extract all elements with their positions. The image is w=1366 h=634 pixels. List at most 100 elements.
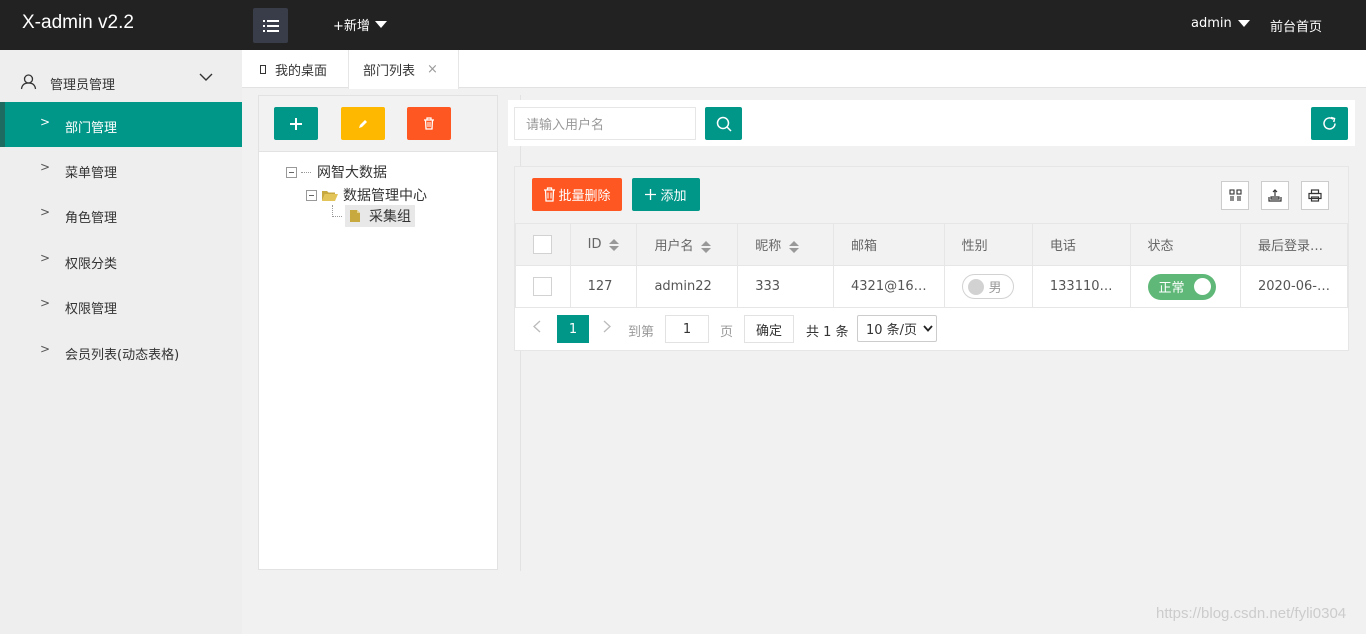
user-icon [20, 74, 37, 90]
sidebar-item-department[interactable]: > 部门管理 [0, 102, 242, 147]
add-user-button[interactable]: 添加 [632, 178, 700, 211]
tree-node-data-center[interactable]: 数据管理中心 [306, 185, 427, 205]
print-button[interactable] [1301, 181, 1329, 210]
gender-switch[interactable]: 男 [961, 274, 1014, 299]
trash-icon [544, 187, 556, 202]
refresh-button[interactable] [1311, 107, 1348, 140]
cell-last-login: 2020-06-… [1239, 265, 1349, 308]
sidebar-item-menu[interactable]: > 菜单管理 [0, 147, 242, 192]
status-label: 正常 [1158, 281, 1185, 296]
column-header-email: 邮箱 [833, 223, 945, 266]
sidebar-item-label: 权限分类 [65, 257, 118, 272]
sidebar-item-label: 部门管理 [65, 121, 118, 136]
sidebar-item-permission-category[interactable]: > 权限分类 [0, 238, 242, 283]
cell-phone: 133110… [1031, 265, 1131, 308]
cell-nickname: 333 [737, 265, 834, 308]
plus-icon [290, 117, 302, 130]
page-size-value: 10 条/页 [866, 323, 918, 338]
sort-icon[interactable] [701, 240, 712, 253]
sidebar-item-member-list[interactable]: > 会员列表(动态表格) [0, 329, 242, 374]
tab-department-list[interactable]: 部门列表 × [348, 50, 459, 89]
sort-icon[interactable] [609, 238, 620, 251]
tree-edit-button[interactable] [341, 107, 385, 140]
menu-toggle-button[interactable] [253, 8, 288, 43]
user-menu[interactable]: admin [1191, 16, 1250, 31]
select-all-cell[interactable] [515, 223, 571, 266]
page-size-select[interactable]: 10 条/页 [857, 315, 937, 342]
row-checkbox[interactable] [533, 277, 552, 296]
collapse-icon[interactable] [286, 166, 297, 178]
tree-node-root[interactable]: 网智大数据 [286, 162, 387, 182]
chevron-down-icon [923, 325, 933, 332]
page-current[interactable]: 1 [557, 315, 589, 343]
sort-icon[interactable] [789, 240, 800, 253]
front-page-link[interactable]: 前台首页 [1270, 16, 1322, 35]
tree-node-selected: 采集组 [345, 205, 415, 227]
table-row[interactable]: 127 admin22 333 4321@16… 男 133110… 正常 20… [515, 265, 1349, 308]
plus-icon [645, 189, 657, 200]
row-select-cell[interactable] [515, 265, 571, 308]
collapse-icon[interactable] [306, 189, 317, 201]
status-switch[interactable]: 正常 [1147, 273, 1216, 300]
tree-connector [332, 205, 342, 217]
app-logo[interactable]: X-admin v2.2 [22, 12, 134, 34]
tree-add-button[interactable] [274, 107, 318, 140]
tab-desktop[interactable]: 我的桌面 [260, 50, 327, 88]
tree-node-collection-group[interactable]: 采集组 [332, 205, 415, 227]
search-bar: 请输入用户名 [508, 100, 1355, 146]
sidebar-item-role[interactable]: > 角色管理 [0, 192, 242, 237]
sidebar-item-permission[interactable]: > 权限管理 [0, 283, 242, 328]
column-header-id[interactable]: ID [569, 223, 638, 266]
column-header-status: 状态 [1129, 223, 1241, 266]
pencil-icon [359, 119, 367, 128]
tab-bar: 我的桌面 部门列表 × [242, 50, 1366, 89]
column-header-nickname[interactable]: 昵称 [737, 223, 834, 266]
pagination: 1 到第 1 页 确定 共 1 条 10 条/页 [515, 307, 1348, 351]
sidebar-item-label: 权限管理 [65, 302, 118, 317]
user-name: admin [1191, 16, 1232, 31]
watermark: https://blog.csdn.net/fyli0304 [1156, 605, 1347, 622]
chevron-right-icon[interactable] [603, 320, 611, 333]
goto-confirm-button[interactable]: 确定 [744, 315, 794, 343]
goto-page-input[interactable]: 1 [665, 315, 709, 343]
batch-delete-button[interactable]: 批量删除 [532, 178, 622, 211]
sidebar-item-label: 角色管理 [65, 211, 118, 226]
tree-node-label: 数据管理中心 [343, 188, 427, 204]
chevron-right-icon: > [40, 342, 51, 356]
add-label: 添加 [660, 189, 687, 204]
chevron-right-icon: > [40, 115, 51, 129]
tab-label: 部门列表 [363, 64, 416, 79]
sidebar-group-admin[interactable]: 管理员管理 [0, 60, 242, 102]
chevron-right-icon: > [40, 296, 51, 310]
chevron-right-icon: > [40, 251, 51, 265]
sidebar-group-label: 管理员管理 [50, 78, 116, 93]
column-filter-button[interactable] [1221, 181, 1249, 210]
select-all-checkbox[interactable] [533, 235, 552, 254]
tree-node-label: 网智大数据 [317, 165, 387, 181]
tree-connector [301, 171, 311, 173]
chevron-left-icon[interactable] [533, 320, 541, 333]
export-button[interactable] [1261, 181, 1289, 210]
username-search-input[interactable]: 请输入用户名 [514, 107, 696, 140]
trash-icon [424, 117, 434, 130]
columns-icon [1228, 189, 1242, 201]
export-icon [1268, 189, 1282, 202]
sidebar-item-label: 会员列表(动态表格) [65, 348, 180, 363]
sidebar: 管理员管理 > 部门管理 > 菜单管理 > 角色管理 > 权限分类 > 权限管理… [0, 50, 242, 634]
column-header-username[interactable]: 用户名 [636, 223, 739, 266]
tree-delete-button[interactable] [407, 107, 451, 140]
search-button[interactable] [705, 107, 742, 140]
column-header-phone: 电话 [1031, 223, 1131, 266]
close-icon[interactable]: × [427, 62, 438, 77]
list-icon [262, 19, 279, 32]
cell-username: admin22 [636, 265, 739, 308]
column-header-label: 用户名 [654, 239, 694, 254]
cell-status: 正常 [1129, 265, 1241, 308]
goto-label: 到第 [628, 325, 655, 340]
header-add-label: +新增 [333, 19, 370, 34]
caret-down-icon [374, 21, 387, 28]
header-add-menu[interactable]: +新增 [333, 15, 387, 34]
cell-email: 4321@16… [833, 265, 945, 308]
column-header-label: ID [587, 237, 602, 252]
top-header: X-admin v2.2 +新增 admin 前台首页 [0, 0, 1366, 50]
